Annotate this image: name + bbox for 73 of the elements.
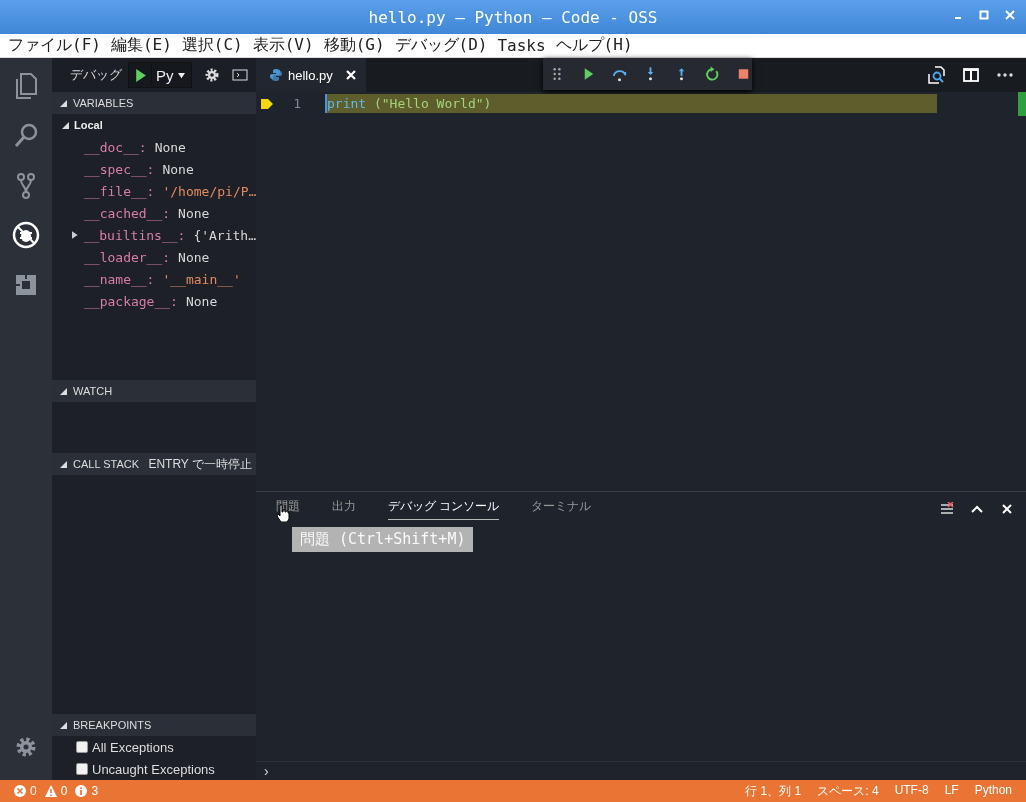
section-header[interactable]: CALL STACK ENTRY で一時停止	[52, 453, 256, 475]
section-header[interactable]: VARIABLES	[52, 92, 256, 114]
variable-name: __builtins__:	[83, 227, 186, 243]
collapse-icon[interactable]	[60, 99, 67, 107]
restart-icon[interactable]	[704, 65, 721, 83]
section-header[interactable]: BREAKPOINTS	[52, 714, 256, 736]
play-icon[interactable]	[134, 68, 146, 82]
variable-name: __loader__:	[84, 249, 171, 265]
menu-item[interactable]: ヘルプ(H)	[555, 35, 633, 56]
checkbox[interactable]	[76, 763, 88, 775]
menu-item[interactable]: 選択(C)	[181, 35, 243, 56]
scope-label[interactable]: Local	[74, 119, 103, 131]
menu-item[interactable]: 移動(G)	[323, 35, 385, 56]
configuration-select[interactable]: Py	[128, 62, 192, 88]
variable-value: None	[185, 293, 218, 309]
split-editor-icon[interactable]	[962, 66, 980, 84]
variable-value: {'Arith…	[193, 227, 256, 243]
bug-icon[interactable]	[12, 221, 40, 249]
warning-icon[interactable]	[44, 785, 57, 797]
variable-value: '/home/pi/P…	[162, 183, 256, 199]
variable-value: None	[178, 205, 210, 221]
close-icon[interactable]	[346, 70, 356, 80]
editor-tab[interactable]: hello.py	[256, 58, 366, 92]
section-title: VARIABLES	[73, 97, 135, 109]
menu-item[interactable]: Tasks	[497, 36, 546, 55]
menu-item[interactable]: ファイル(F)	[8, 35, 101, 56]
checkbox[interactable]	[76, 741, 88, 753]
clear-console-icon[interactable]	[940, 502, 954, 516]
menu-item[interactable]: 編集(E)	[110, 35, 172, 56]
panel-tab[interactable]: 出力	[332, 498, 356, 520]
section-title: CALL STACK	[73, 458, 141, 470]
configuration-label: Py	[156, 66, 174, 84]
error-icon[interactable]	[14, 785, 26, 797]
variable-name: __file__:	[84, 183, 155, 199]
variable-name: __doc__:	[84, 139, 147, 155]
window-title: hello.py — Python — Code - OSS	[368, 7, 658, 27]
settings-icon[interactable]	[203, 67, 220, 83]
expanded-icon[interactable]	[62, 121, 69, 129]
pause-status: ENTRY で一時停止	[148, 455, 252, 473]
breakpoint-label: All Exceptions	[92, 739, 174, 755]
variable-value: None	[178, 249, 210, 265]
overview-ruler-mark	[1018, 92, 1026, 116]
variable-name: __spec__:	[84, 161, 155, 177]
python-file-icon	[270, 69, 282, 81]
variable-name: __cached__:	[84, 205, 171, 221]
variable-value: None	[162, 161, 194, 177]
collapse-icon[interactable]	[60, 387, 67, 395]
variable-name: __package__:	[84, 293, 178, 309]
breakpoint-label: Uncaught Exceptions	[92, 761, 215, 777]
dropdown-icon[interactable]	[177, 71, 185, 79]
section-title: BREAKPOINTS	[73, 719, 153, 731]
line-number: 1	[292, 96, 301, 111]
info-icon[interactable]	[75, 785, 88, 797]
tooltip: 問題 (Ctrl+Shift+M)	[292, 527, 474, 552]
panel-tab[interactable]: ターミナル	[531, 498, 592, 520]
terminal-icon[interactable]	[231, 67, 248, 83]
section-header[interactable]: WATCH	[52, 380, 256, 402]
collapsed-icon[interactable]	[72, 231, 78, 239]
variable-value: '__main__'	[162, 271, 241, 287]
debug-label: デバッグ	[70, 66, 122, 84]
maximize-icon[interactable]	[978, 9, 990, 21]
variable-value: None	[154, 139, 186, 155]
section-title: WATCH	[73, 385, 114, 397]
menu-item[interactable]: デバッグ(D)	[394, 35, 488, 56]
menu-item[interactable]: 表示(V)	[252, 35, 314, 56]
close-icon[interactable]	[1000, 502, 1014, 516]
search-icon[interactable]	[12, 121, 40, 149]
search-file-icon[interactable]	[928, 66, 946, 84]
tab-label: hello.py	[288, 67, 334, 83]
collapse-icon[interactable]	[60, 721, 67, 729]
variable-name: __name__:	[84, 271, 155, 287]
panel-tab[interactable]: デバッグ コンソール	[388, 498, 500, 520]
collapse-icon[interactable]	[60, 460, 67, 468]
